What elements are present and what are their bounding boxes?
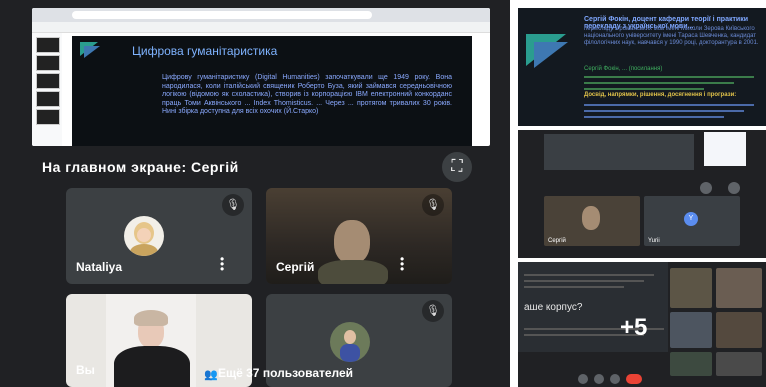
browser-url-bar [72,11,372,19]
more-vert-icon[interactable]: • • • [220,253,224,275]
participant-name: Yurii [648,238,660,244]
more-participants-label[interactable]: Ещё 37 пользователей [218,366,353,380]
screenshot-grid-panel: аше корпус? +5 [518,262,766,387]
mic-off-icon: 🎙 [422,300,444,322]
slide-logo-icon [84,46,100,58]
slide-thumbnail [36,73,60,89]
slide-body-text: Цифрову гуманітаристику (Digital Humanit… [162,74,452,115]
main-screen-label: На главном экране: Сергій [42,159,239,175]
participant-tile[interactable] [716,312,762,348]
participant-tile[interactable]: Y Yurii [644,196,740,246]
participant-tile[interactable]: Сергій [544,196,640,246]
mic-icon[interactable] [700,182,712,194]
more-vert-icon[interactable]: • • • [400,253,404,275]
participant-tile[interactable] [716,268,762,308]
avatar [124,216,164,256]
slides-toolbar [32,22,490,33]
participant-name: Вы [76,363,95,377]
screenshot-meet-panel: Сергій Y Yurii [518,130,766,258]
slide-paragraph: перекладу з романських мов імені Миколи … [584,26,759,46]
participant-tile-nataliya[interactable]: 🎙 Nataliya • • • [66,188,252,284]
browser-tab-bar [32,8,490,22]
avatar [330,322,370,362]
participant-tile[interactable] [670,352,712,376]
end-call-button[interactable] [626,374,642,384]
participant-tile[interactable] [716,352,762,376]
participant-tile[interactable] [670,268,712,308]
meet-main-view: Цифрова гуманітаристика Цифрову гуманіта… [0,0,510,387]
slide-question: аше корпус? [524,302,583,313]
side-screenshots: Сергій Фокін, доцент кафедри теорії і пр… [518,0,766,387]
slide-title: Цифрова гуманітаристика [132,44,278,58]
slide-links: Сергій Фокін, ... (посилання) [584,66,663,72]
fullscreen-icon: ⛶ [451,158,463,175]
mic-off-icon: 🎙 [222,194,244,216]
slide-thumbnail [36,55,60,71]
screenshot-slide-panel: Сергій Фокін, доцент кафедри теорії і пр… [518,8,766,126]
participant-name: Сергій [548,238,566,244]
slide-thumbnail [36,109,60,125]
slide-highlight: Досвід, напрямки, рішення, досягнення і … [584,92,737,98]
presentation-slide: Цифрова гуманітаристика Цифрову гуманіта… [72,36,472,146]
mic-icon[interactable] [578,374,588,384]
shared-screen[interactable]: Цифрова гуманітаристика Цифрову гуманіта… [32,8,490,146]
mic-off-icon: 🎙 [422,194,444,216]
participant-name: Сергій [276,260,315,274]
participant-tile-sergii[interactable]: 🎙 Сергій • • • [266,188,452,284]
video-feed-person [334,220,370,264]
participants-icon: 👥 [204,369,218,381]
fullscreen-button[interactable]: ⛶ [442,152,472,182]
camera-icon[interactable] [728,182,740,194]
slide-thumbnail [36,37,60,53]
present-icon[interactable] [610,374,620,384]
more-participants-count[interactable]: +5 [620,314,647,342]
slide-thumbnails [32,33,62,146]
camera-icon[interactable] [594,374,604,384]
participant-name: Nataliya [76,260,123,274]
slide-logo-icon [534,42,568,68]
slide-thumbnail [36,91,60,107]
participant-tile[interactable] [670,312,712,348]
